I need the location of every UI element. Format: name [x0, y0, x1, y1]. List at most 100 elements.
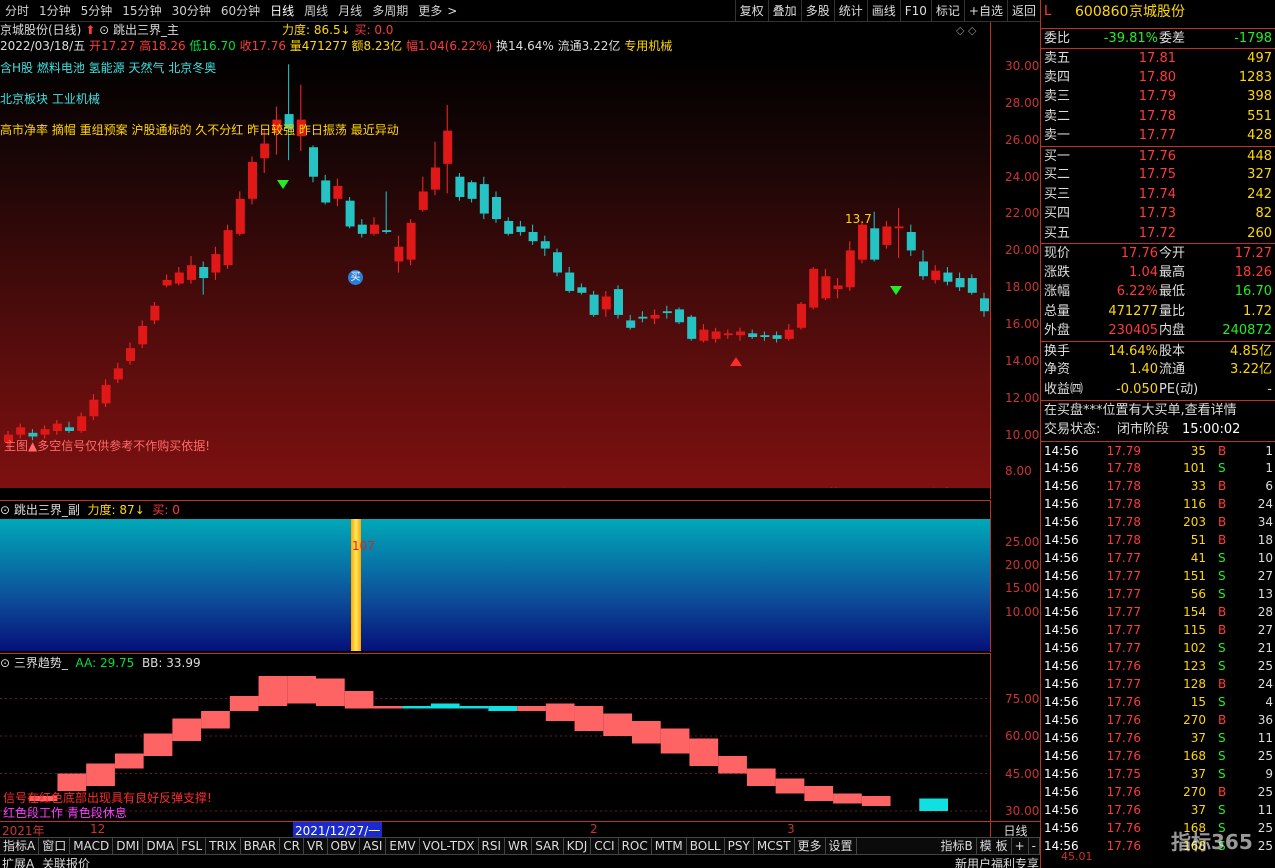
candle [309, 145, 318, 183]
ask-label: 卖五 [1044, 51, 1071, 66]
promo-link[interactable]: 新用户福利专享 [955, 855, 1039, 868]
indicator-tab-9[interactable]: VR [304, 838, 328, 854]
toolbar-button-2[interactable]: 多股 [800, 0, 834, 21]
sub1-title[interactable]: 跳出三界_副 [14, 503, 80, 517]
period-tab-4[interactable]: 30分钟 [167, 2, 216, 19]
stat-label: 现价 [1044, 246, 1071, 261]
stat-value: 17.27 [1234, 246, 1272, 261]
tick-row: 14:56 17.77 151 S 27 [1041, 567, 1275, 585]
indicator-tab-22[interactable]: PSY [725, 838, 754, 854]
date-axis[interactable]: 2021年 12 2021/12/27/一 2 3 [0, 821, 990, 839]
period-indicator[interactable]: 日线 [990, 821, 1040, 838]
tick-side: S [1218, 461, 1226, 475]
trend-band-segment [718, 756, 747, 774]
status-value: 闭市阶段 [1117, 422, 1170, 437]
period-tab-6[interactable]: 日线 [265, 2, 299, 19]
settings-diamond-icon[interactable]: ◇ ◇ [956, 24, 976, 37]
period-tab-7[interactable]: 周线 [299, 2, 333, 19]
toolbar-button-6[interactable]: 标记 [930, 0, 964, 21]
indicator-tab-19[interactable]: ROC [619, 838, 652, 854]
period-tab-3[interactable]: 15分钟 [117, 2, 166, 19]
stock-name[interactable]: 京城股份 [1129, 0, 1185, 24]
industry-label: 专用机械 [624, 39, 673, 53]
buy-signal-icon[interactable] [730, 357, 742, 366]
dropdown-icon[interactable]: ⊙ [99, 23, 109, 37]
tick-volume: 203 [1183, 515, 1206, 529]
period-tab-8[interactable]: 月线 [333, 2, 367, 19]
formula-name[interactable]: 跳出三界_主 [113, 23, 179, 37]
trend-band-chart[interactable]: 信号在红色底部出现具有良好反弹支撑! 红色段工作 青色段休息 [0, 671, 990, 821]
period-tab-2[interactable]: 5分钟 [76, 2, 118, 19]
sub2-title[interactable]: 三界趋势_ [14, 656, 68, 670]
period-tab-10[interactable]: 更多 [413, 2, 447, 19]
indicator-tab-15[interactable]: WR [505, 838, 533, 854]
toolbar-button-4[interactable]: 画线 [866, 0, 900, 21]
toolbar-button-7[interactable]: +自选 [963, 0, 1007, 21]
dropdown-icon[interactable]: ⊙ [0, 503, 10, 517]
indicator-right-2[interactable]: + [1012, 838, 1029, 854]
tick-count: 1 [1265, 461, 1273, 475]
indicator-tab-20[interactable]: MTM [652, 838, 687, 854]
stock-title[interactable]: 京城股份(日线) [0, 23, 81, 37]
indicator-tab-8[interactable]: CR [280, 838, 304, 854]
dropdown-icon[interactable]: ⊙ [0, 656, 10, 670]
period-tab-0[interactable]: 分时 [0, 2, 34, 19]
sub2-tick-2: 45.00 [1005, 766, 1040, 781]
toolbar-button-0[interactable]: 复权 [734, 0, 768, 21]
bid-volume: 448 [1247, 148, 1272, 164]
indicator-tab-12[interactable]: EMV [386, 838, 420, 854]
sell-signal-icon[interactable] [890, 286, 902, 295]
ask-row: 卖五 17.81 497 [1041, 48, 1275, 67]
big-order-message[interactable]: 在买盘***位置有大买单,查看详情 [1041, 400, 1275, 419]
indicator-tab-17[interactable]: KDJ [564, 838, 592, 854]
indicator-tab-3[interactable]: DMI [113, 838, 144, 854]
sub1-chart[interactable]: 107 [0, 519, 990, 651]
indicator-tab-5[interactable]: FSL [178, 838, 207, 854]
period-tab-5[interactable]: 60分钟 [216, 2, 265, 19]
indicator-tab-7[interactable]: BRAR [241, 838, 281, 854]
indicator-right-0[interactable]: 指标B [938, 838, 977, 854]
indicator-tab-4[interactable]: DMA [143, 838, 179, 854]
indicator-tab-1[interactable]: 窗口 [39, 838, 71, 854]
tick-time: 14:56 [1044, 713, 1079, 727]
toolbar-button-1[interactable]: 叠加 [767, 0, 801, 21]
indicator-tab-6[interactable]: TRIX [206, 838, 241, 854]
candle [687, 314, 697, 341]
indicator-tab-16[interactable]: SAR [532, 838, 564, 854]
candle [89, 394, 99, 420]
sub1-tick-3: 10.00 [1005, 604, 1040, 619]
toolbar-button-3[interactable]: 统计 [833, 0, 867, 21]
bottom-tab-related[interactable]: 关联报价 [42, 855, 90, 868]
candlestick-chart[interactable]: 含H股 燃料电池 氢能源 天然气 北京冬奥 北京板块 工业机械 高市净率 摘帽 … [0, 55, 990, 500]
indicator-right-3[interactable]: - [1029, 838, 1040, 854]
indicator-tab-25[interactable]: 设置 [826, 838, 857, 854]
candle [784, 324, 794, 341]
indicator-tab-10[interactable]: OBV [328, 838, 361, 854]
indicator-tab-21[interactable]: BOLL [687, 838, 725, 854]
sub1-axis: 25.00 20.00 15.00 10.00 [990, 500, 1040, 652]
period-toolbar: 分时 1分钟 5分钟 15分钟 30分钟 60分钟 日线 周线 月线 多周期 更多 > 复权 叠加 多股 统计… [0, 0, 1040, 22]
tick-time: 14:56 [1044, 569, 1079, 583]
indicator-tab-0[interactable]: 指标A [0, 838, 40, 854]
chevron-right-icon[interactable]: > [447, 4, 457, 18]
stock-code[interactable]: 600860 [1075, 0, 1128, 24]
period-tab-1[interactable]: 1分钟 [34, 2, 76, 19]
indicator-right-1[interactable]: 模 板 [977, 838, 1012, 854]
close-label: 收17.76 [239, 39, 286, 53]
indicator-tab-23[interactable]: MCST [754, 838, 795, 854]
indicator-tab-14[interactable]: RSI [479, 838, 506, 854]
period-tab-9[interactable]: 多周期 [367, 2, 413, 19]
indicator-tab-13[interactable]: VOL-TDX [420, 838, 479, 854]
indicator-tab-2[interactable]: MACD [70, 838, 114, 854]
candle [126, 342, 135, 365]
bottom-tab-ext[interactable]: 扩展A [2, 855, 34, 868]
toolbar-button-8[interactable]: 返回 [1006, 0, 1040, 21]
indicator-tab-11[interactable]: ASI [360, 838, 387, 854]
buy-marker-icon[interactable]: 买 [348, 270, 363, 285]
tick-side: B [1218, 605, 1227, 619]
toolbar-button-5[interactable]: F10 [899, 0, 931, 21]
indicator-tab-24[interactable]: 更多 [795, 838, 826, 854]
indicator-tab-18[interactable]: CCI [591, 838, 619, 854]
bid-label: 买四 [1044, 206, 1071, 221]
sell-signal-icon[interactable] [277, 180, 289, 189]
